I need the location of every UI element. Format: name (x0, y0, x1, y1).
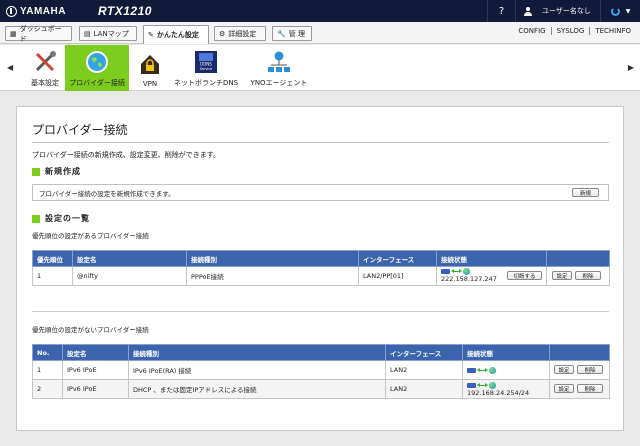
tab-dashboard[interactable]: ▦ ダッシュボード (5, 25, 72, 43)
wrench-icon: 🔧 (277, 29, 286, 38)
dashboard-icon: ▦ (10, 29, 17, 38)
tools-icon (35, 51, 56, 72)
ribbon-item-vpn[interactable]: VPN (131, 45, 169, 91)
section-marker-icon (32, 167, 40, 176)
tuning-fork-logo-icon (6, 5, 17, 17)
disconnect-button[interactable]: 切断する (507, 271, 542, 280)
router-icon (441, 268, 450, 274)
link-arrows-icon (477, 368, 488, 372)
title-divider (32, 142, 609, 143)
connection-status: 192.168.24.254/24 (467, 381, 545, 397)
internet-globe-icon (489, 366, 496, 374)
page-description: プロバイダー接続の新規作成、設定変更、削除ができます。 (32, 151, 221, 159)
loading-ring-icon (610, 6, 620, 16)
link-arrows-icon (451, 269, 462, 273)
help-button[interactable]: ? (487, 0, 515, 22)
delete-button[interactable]: 削除 (577, 365, 603, 374)
new-section-heading: 新規作成 (32, 166, 81, 177)
edit-button[interactable]: 設定 (554, 365, 574, 374)
connection-status-cell: 192.168.24.254/24 (462, 379, 550, 399)
internet-globe-icon (463, 267, 470, 275)
feature-ribbon: ◀ ▶ 基本設定 プロバイダー接続 VPN DDNS Service ネットボラ… (0, 45, 640, 91)
edit-button[interactable]: 設定 (552, 271, 572, 280)
tab-management[interactable]: 🔧 管 理 (272, 26, 312, 41)
delete-button[interactable]: 削除 (577, 384, 603, 393)
row-actions-cell: 設定 削除 (549, 379, 610, 399)
row-actions-cell: 設定 削除 (546, 266, 610, 286)
edit-button[interactable]: 設定 (554, 384, 574, 393)
lanmap-icon: ▤ (84, 29, 91, 38)
priority-label: 優先順位の設定があるプロバイダー接続 (32, 232, 149, 240)
table-row: 2 IPv6 IPoE DHCP 、または固定IPアドレスによる接続 LAN2 … (32, 379, 610, 399)
model-name: RTX1210 (97, 4, 152, 18)
syslog-link[interactable]: SYSLOG (550, 27, 590, 35)
router-icon (467, 367, 476, 373)
nopriority-table: No. 設定名 接続種別 インターフェース 接続状態 1 IPv6 IPoE I… (32, 344, 610, 399)
ribbon-item-provider[interactable]: プロバイダー接続 (65, 45, 129, 91)
easy-setup-icon: ✎ (148, 31, 154, 39)
user-name: ユーザー名なし (542, 7, 591, 15)
user-menu[interactable]: ユーザー名なし (515, 0, 600, 22)
table-header-row: 優先順位 設定名 接続種別 インターフェース 接続状態 (32, 250, 610, 267)
ribbon-item-basic-settings[interactable]: 基本設定 (25, 45, 65, 91)
tab-lan-map[interactable]: ▤ LANマップ (79, 26, 137, 41)
table-row: 1 IPv6 IPoE IPv6 IPoE(RA) 接続 LAN2 設定 削除 (32, 360, 610, 380)
yamaha-logo: YAMAHA (6, 5, 66, 17)
ribbon-next-icon[interactable]: ▶ (628, 63, 634, 72)
ribbon-item-yno-agent[interactable]: YNOエージェント (243, 45, 315, 91)
chevron-down-icon: ▼ (625, 7, 631, 15)
connection-status (467, 366, 545, 374)
table-header-row: No. 設定名 接続種別 インターフェース 接続状態 (32, 344, 610, 361)
new-button[interactable]: 新規 (572, 188, 599, 197)
priority-table: 優先順位 設定名 接続種別 インターフェース 接続状態 1 @nifty PPP… (32, 250, 610, 286)
svg-text:Service: Service (200, 67, 213, 71)
connection-status-cell: 222.158.127.247 切断する (436, 266, 547, 286)
lock-house-icon (141, 55, 159, 74)
network-icon (268, 51, 290, 72)
config-link[interactable]: CONFIG (513, 27, 550, 35)
nav-bar: ▦ ダッシュボード ▤ LANマップ ✎ かんたん設定 ⚙ 詳細設定 🔧 管 理 CONF… (0, 22, 640, 44)
connection-status-cell (462, 360, 550, 380)
connection-status: 222.158.127.247 (441, 267, 497, 283)
top-links: CONFIG SYSLOG TECHINFO (513, 27, 636, 35)
row-actions-cell: 設定 削除 (549, 360, 610, 380)
ddns-icon: DDNS Service (195, 51, 217, 73)
list-section-heading: 設定の一覧 (32, 213, 90, 224)
top-header: YAMAHA RTX1210 ? ユーザー名なし ▼ (0, 0, 640, 22)
brand-name: YAMAHA (20, 5, 66, 17)
section-marker-icon (32, 214, 40, 223)
user-icon (524, 6, 532, 16)
internet-globe-icon (489, 381, 496, 389)
gear-icon: ⚙ (219, 29, 226, 38)
tab-advanced-settings[interactable]: ⚙ 詳細設定 (214, 26, 266, 41)
section-divider (32, 311, 609, 312)
page-title: プロバイダー接続 (32, 123, 128, 137)
delete-button[interactable]: 削除 (575, 271, 601, 280)
ribbon-prev-icon[interactable]: ◀ (7, 63, 13, 72)
router-icon (467, 382, 476, 388)
link-arrows-icon (477, 383, 488, 387)
table-row: 1 @nifty PPPoE接続 LAN2/PP[01] 222.158.127… (32, 266, 610, 286)
ribbon-item-netvolante-dns[interactable]: DDNS Service ネットボランチDNS (171, 45, 241, 91)
globe-icon (86, 51, 108, 73)
provider-panel: プロバイダー接続 プロバイダー接続の新規作成、設定変更、削除ができます。 新規作… (16, 106, 624, 431)
nopriority-label: 優先順位の設定がないプロバイダー接続 (32, 326, 149, 334)
status-menu-button[interactable]: ▼ (600, 0, 640, 22)
techinfo-link[interactable]: TECHINFO (589, 27, 636, 35)
new-section-box: プロバイダー接続の設定を新規作成できます。 (32, 184, 609, 201)
svg-text:DDNS: DDNS (200, 62, 212, 67)
tab-easy-setup[interactable]: ✎ かんたん設定 (143, 25, 209, 44)
